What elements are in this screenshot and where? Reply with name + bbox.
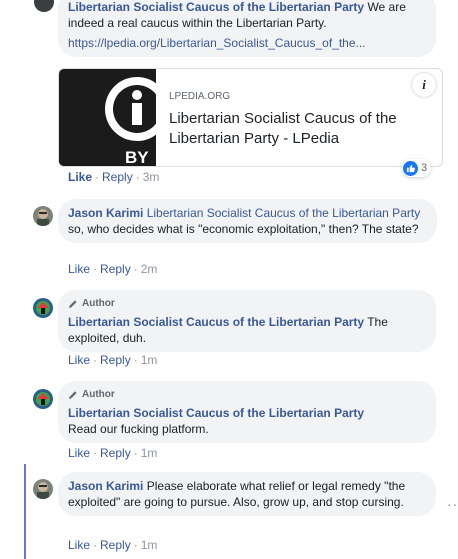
comment-time[interactable]: 2m (141, 262, 158, 276)
mention-tag[interactable]: Libertarian Socialist Caucus of the Libe… (147, 206, 420, 220)
pencil-icon (69, 300, 77, 308)
like-link[interactable]: Like (68, 538, 90, 552)
author-badge: Author (68, 387, 426, 403)
info-icon[interactable]: i (412, 73, 436, 97)
like-reaction-icon (403, 160, 418, 176)
avatar-lsc[interactable] (33, 298, 53, 318)
like-link[interactable]: Like (68, 446, 90, 460)
comment-actions: Like · Reply · 3m (68, 170, 160, 184)
comment-author[interactable]: Libertarian Socialist Caucus of the Libe… (68, 406, 364, 420)
comment-actions: Like · Reply · 1m (68, 353, 158, 367)
avatar-jason[interactable] (33, 479, 53, 499)
author-badge: Author (68, 296, 426, 312)
comment-actions: Like · Reply · 1m (68, 446, 158, 460)
like-link[interactable]: Like (68, 170, 92, 184)
link-preview[interactable]: BY LPEDIA.ORG Libertarian Socialist Cauc… (58, 68, 443, 167)
reply-link[interactable]: Reply (100, 262, 131, 276)
reaction-number: 3 (421, 162, 428, 174)
comment-bubble: Author Libertarian Socialist Caucus of t… (58, 381, 436, 443)
comment-time[interactable]: 1m (141, 353, 158, 367)
comment-time[interactable]: 1m (141, 538, 158, 552)
comment-bubble: Jason Karimi Please elaborate what relie… (58, 472, 436, 516)
reply-link[interactable]: Reply (100, 538, 131, 552)
thread-line (24, 464, 26, 559)
comment-bubble: Libertarian Socialist Caucus of the Libe… (58, 0, 436, 57)
comment-link[interactable]: https://lpedia.org/Libertarian_Socialist… (68, 36, 366, 50)
preview-thumbnail: BY (59, 69, 169, 167)
author-badge-label: Author (82, 298, 115, 309)
comment-author[interactable]: Jason Karimi (68, 206, 143, 220)
like-link[interactable]: Like (68, 262, 90, 276)
comment-bubble: Author Libertarian Socialist Caucus of t… (58, 290, 436, 352)
comment-text: so, who decides what is "economic exploi… (68, 222, 419, 236)
avatar[interactable] (34, 0, 54, 12)
comment-author[interactable]: Libertarian Socialist Caucus of the Libe… (68, 315, 364, 329)
preview-domain: LPEDIA.ORG (169, 91, 231, 102)
comment-time[interactable]: 1m (141, 446, 158, 460)
comment-text: Read our fucking platform. (68, 422, 209, 436)
comment-actions: Like · Reply · 2m (68, 262, 158, 276)
thumb-label: BY (125, 148, 149, 167)
comment-bubble: Jason Karimi Libertarian Socialist Caucu… (58, 199, 437, 243)
like-link[interactable]: Like (68, 353, 90, 367)
comment-time[interactable]: 3m (143, 170, 160, 184)
reply-link[interactable]: Reply (100, 353, 131, 367)
author-badge-label: Author (82, 389, 115, 400)
preview-title[interactable]: Libertarian Socialist Caucus of the Libe… (169, 109, 419, 149)
comment-author[interactable]: Libertarian Socialist Caucus of the Libe… (68, 0, 364, 14)
comment-author[interactable]: Jason Karimi (68, 479, 143, 493)
pencil-icon (69, 391, 77, 399)
more-dots-icon[interactable]: ··· (447, 496, 458, 512)
reply-link[interactable]: Reply (102, 170, 133, 184)
comment-actions: Like · Reply · 1m (68, 538, 158, 552)
avatar-jason[interactable] (33, 206, 53, 226)
reply-link[interactable]: Reply (100, 446, 131, 460)
reaction-count[interactable]: 3 (402, 159, 432, 177)
avatar-lsc[interactable] (33, 389, 53, 409)
